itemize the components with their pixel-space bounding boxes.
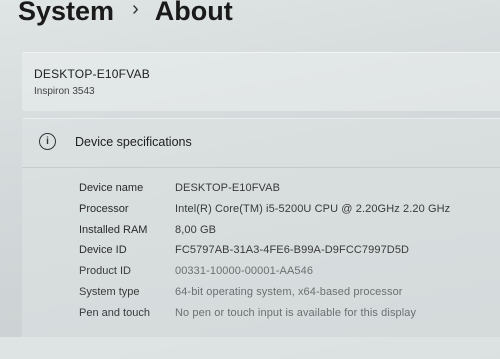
device-name-header: DESKTOP-E10FVAB	[34, 67, 150, 81]
spec-label: Pen and touch	[79, 307, 150, 319]
spec-value: FC5797AB-31A3-4FE6-B99A-D9FCC7997D5D	[175, 244, 410, 256]
info-icon: i	[39, 133, 56, 150]
device-card: DESKTOP-E10FVAB Inspiron 3543	[22, 52, 500, 111]
breadcrumb: System › About	[18, 0, 233, 27]
spec-label: Product ID	[79, 265, 131, 277]
spec-label: Device ID	[79, 244, 127, 256]
spec-row-installed-ram: Installed RAM 8,00 GB	[22, 224, 500, 244]
spec-row-system-type: System type 64-bit operating system, x64…	[22, 286, 500, 306]
spec-row-device-name: Device name DESKTOP-E10FVAB	[22, 182, 500, 202]
spec-value: No pen or touch input is available for t…	[175, 307, 417, 319]
spec-label: System type	[79, 286, 140, 298]
device-specifications-header[interactable]: i Device specifications	[22, 119, 500, 168]
spec-value: 00331-10000-00001-AA546	[175, 265, 314, 277]
device-specifications-title: Device specifications	[75, 135, 192, 149]
spec-value: DESKTOP-E10FVAB	[175, 182, 281, 194]
spec-value: 8,00 GB	[175, 224, 217, 236]
spec-value: Intel(R) Core(TM) i5-5200U CPU @ 2.20GHz…	[175, 203, 451, 215]
spec-row-processor: Processor Intel(R) Core(TM) i5-5200U CPU…	[22, 203, 500, 223]
device-specifications-panel: i Device specifications Device name DESK…	[22, 118, 500, 359]
spec-label: Device name	[79, 182, 144, 194]
breadcrumb-system-link[interactable]: System	[18, 0, 114, 27]
spec-value: 64-bit operating system, x64-based proce…	[175, 286, 403, 298]
chevron-right-icon: ›	[132, 0, 139, 20]
page-title: About	[154, 0, 233, 26]
device-model: Inspiron 3543	[34, 86, 95, 97]
spec-row-product-id: Product ID 00331-10000-00001-AA546	[22, 265, 500, 285]
spec-row-pen-and-touch: Pen and touch No pen or touch input is a…	[22, 307, 500, 327]
spec-label: Processor	[79, 203, 129, 215]
spec-row-device-id: Device ID FC5797AB-31A3-4FE6-B99A-D9FCC7…	[22, 244, 500, 264]
spec-label: Installed RAM	[79, 224, 148, 236]
